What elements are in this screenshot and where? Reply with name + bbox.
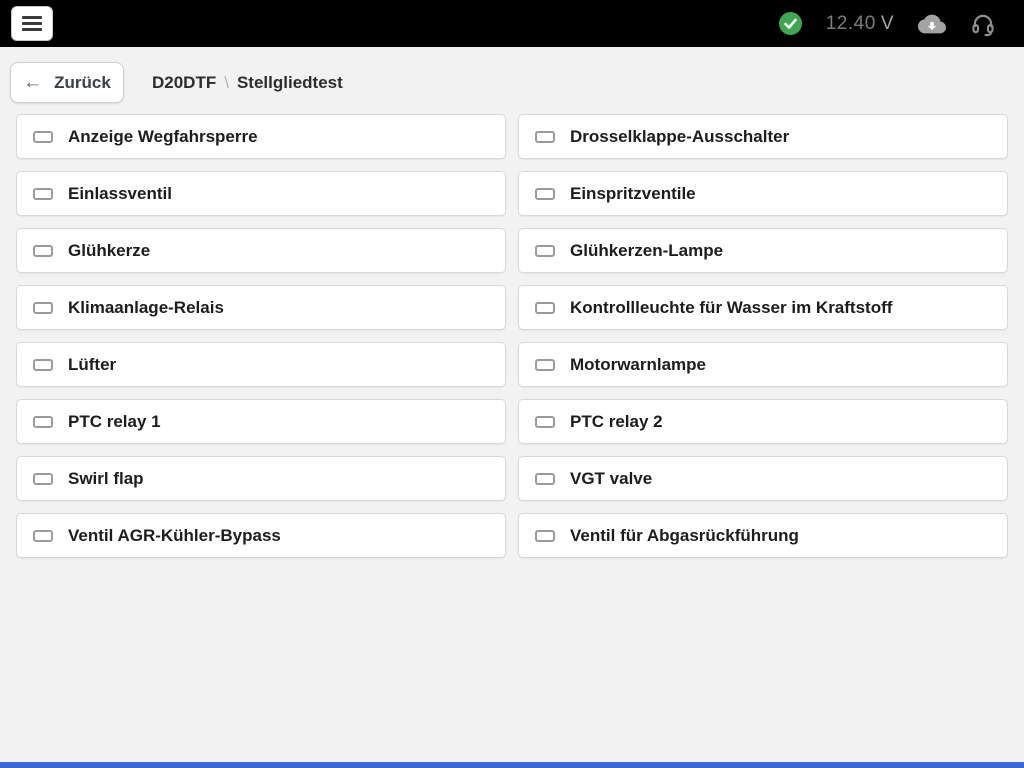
battery-voltage[interactable]: 12.40V xyxy=(826,13,894,35)
actuator-test-label: Kontrollleuchte für Wasser im Kraftstoff xyxy=(570,298,892,318)
actuator-icon xyxy=(33,131,53,143)
actuator-test-button[interactable]: PTC relay 1 xyxy=(16,399,506,444)
actuator-icon xyxy=(33,302,53,314)
actuator-icon xyxy=(535,473,555,485)
back-button[interactable]: ← Zurück xyxy=(10,62,124,103)
breadcrumb-separator: \ xyxy=(224,73,229,93)
actuator-test-button[interactable]: Anzeige Wegfahrsperre xyxy=(16,114,506,159)
breadcrumb-ecu: D20DTF xyxy=(152,73,216,93)
actuator-test-button[interactable]: Ventil für Abgasrückführung xyxy=(518,513,1008,558)
actuator-test-button[interactable]: Klimaanlage-Relais xyxy=(16,285,506,330)
actuator-test-label: Anzeige Wegfahrsperre xyxy=(68,127,258,147)
actuator-test-list: Anzeige Wegfahrsperre Drosselklappe-Auss… xyxy=(16,114,1008,558)
actuator-test-label: Klimaanlage-Relais xyxy=(68,298,224,318)
actuator-icon xyxy=(535,416,555,428)
actuator-icon xyxy=(33,530,53,542)
actuator-test-label: Einspritzventile xyxy=(570,184,696,204)
actuator-test-button[interactable]: Drosselklappe-Ausschalter xyxy=(518,114,1008,159)
actuator-icon xyxy=(535,245,555,257)
breadcrumb: D20DTF \ Stellgliedtest xyxy=(152,73,343,93)
actuator-icon xyxy=(535,530,555,542)
actuator-test-button[interactable]: Einlassventil xyxy=(16,171,506,216)
headset-support-icon[interactable] xyxy=(970,11,996,37)
actuator-test-label: Ventil für Abgasrückführung xyxy=(570,526,799,546)
app-window: 12.40V ← Zurück xyxy=(0,0,1024,768)
back-button-label: Zurück xyxy=(54,73,111,93)
actuator-test-button[interactable]: Lüfter xyxy=(16,342,506,387)
actuator-icon xyxy=(33,245,53,257)
actuator-test-label: Swirl flap xyxy=(68,469,144,489)
menu-button[interactable] xyxy=(11,6,53,41)
actuator-test-button[interactable]: Swirl flap xyxy=(16,456,506,501)
actuator-test-button[interactable]: Einspritzventile xyxy=(518,171,1008,216)
actuator-test-button[interactable]: VGT valve xyxy=(518,456,1008,501)
actuator-test-label: PTC relay 2 xyxy=(570,412,663,432)
actuator-test-label: Drosselklappe-Ausschalter xyxy=(570,127,789,147)
footer-accent-bar xyxy=(0,762,1024,768)
breadcrumb-page-title: Stellgliedtest xyxy=(237,73,343,93)
hamburger-icon xyxy=(22,16,42,19)
actuator-icon xyxy=(33,416,53,428)
actuator-test-label: Motorwarnlampe xyxy=(570,355,706,375)
actuator-icon xyxy=(535,131,555,143)
actuator-icon xyxy=(535,359,555,371)
actuator-test-label: Glühkerze xyxy=(68,241,150,261)
top-bar: 12.40V xyxy=(0,0,1024,47)
actuator-icon xyxy=(535,302,555,314)
connection-ok-icon[interactable] xyxy=(779,12,802,35)
actuator-test-button[interactable]: Motorwarnlampe xyxy=(518,342,1008,387)
voltage-value: 12.40 xyxy=(826,13,876,34)
voltage-unit: V xyxy=(881,13,894,34)
actuator-test-button[interactable]: Glühkerzen-Lampe xyxy=(518,228,1008,273)
actuator-test-label: PTC relay 1 xyxy=(68,412,161,432)
actuator-test-button[interactable]: Ventil AGR-Kühler-Bypass xyxy=(16,513,506,558)
actuator-icon xyxy=(33,359,53,371)
actuator-icon xyxy=(33,188,53,200)
back-arrow-icon: ← xyxy=(23,73,42,92)
actuator-test-label: Lüfter xyxy=(68,355,116,375)
actuator-test-label: VGT valve xyxy=(570,469,652,489)
actuator-icon xyxy=(535,188,555,200)
actuator-test-label: Einlassventil xyxy=(68,184,172,204)
actuator-test-button[interactable]: PTC relay 2 xyxy=(518,399,1008,444)
cloud-download-icon[interactable] xyxy=(918,10,946,38)
actuator-test-button[interactable]: Kontrollleuchte für Wasser im Kraftstoff xyxy=(518,285,1008,330)
actuator-test-button[interactable]: Glühkerze xyxy=(16,228,506,273)
status-cluster: 12.40V xyxy=(779,10,996,38)
actuator-test-label: Glühkerzen-Lampe xyxy=(570,241,723,261)
nav-row: ← Zurück D20DTF \ Stellgliedtest xyxy=(10,62,1014,103)
actuator-icon xyxy=(33,473,53,485)
actuator-test-label: Ventil AGR-Kühler-Bypass xyxy=(68,526,281,546)
